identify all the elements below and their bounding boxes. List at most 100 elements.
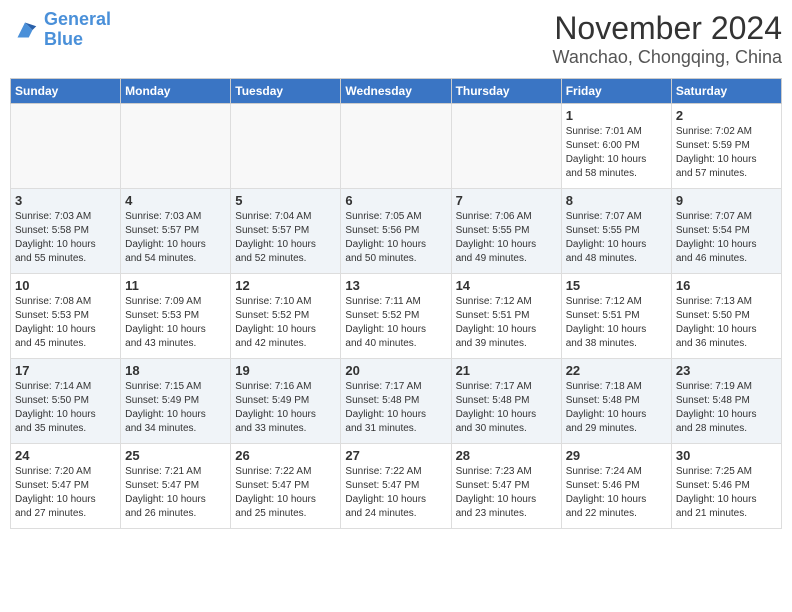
day-info: Sunrise: 7:13 AM Sunset: 5:50 PM Dayligh… (676, 295, 777, 351)
calendar-week-4: 17Sunrise: 7:14 AM Sunset: 5:50 PM Dayli… (11, 359, 782, 444)
day-info: Sunrise: 7:17 AM Sunset: 5:48 PM Dayligh… (456, 380, 557, 436)
calendar-day: 23 Sunrise: 7:19 AM Sunset: 5:48 PM Dayli… (671, 359, 781, 444)
location-title: Wanchao, Chongqing, China (553, 47, 782, 68)
day-number: 27 (345, 448, 446, 463)
calendar-week-3: 10 Sunrise: 7:08 AM Sunset: 5:53 PM Dayli… (11, 274, 782, 359)
calendar-day: 25Sunrise: 7:21 AM Sunset: 5:47 PM Dayli… (121, 444, 231, 529)
calendar-day: 12 Sunrise: 7:10 AM Sunset: 5:52 PM Dayli… (231, 274, 341, 359)
weekday-header-tuesday: Tuesday (231, 79, 341, 104)
day-number: 7 (456, 193, 557, 208)
calendar-day: 3 Sunrise: 7:03 AM Sunset: 5:58 PM Daylig… (11, 189, 121, 274)
day-info: Sunrise: 7:08 AM Sunset: 5:53 PM Dayligh… (15, 295, 116, 351)
logo-icon (10, 15, 40, 45)
day-number: 18 (125, 363, 226, 378)
calendar-day: 2 Sunrise: 7:02 AM Sunset: 5:59 PM Daylig… (671, 104, 781, 189)
logo: General Blue (10, 10, 111, 50)
calendar-day: 8 Sunrise: 7:07 AM Sunset: 5:55 PM Daylig… (561, 189, 671, 274)
calendar-day: 28Sunrise: 7:23 AM Sunset: 5:47 PM Dayli… (451, 444, 561, 529)
day-info: Sunrise: 7:03 AM Sunset: 5:58 PM Dayligh… (15, 210, 116, 266)
day-number: 9 (676, 193, 777, 208)
day-info: Sunrise: 7:15 AM Sunset: 5:49 PM Dayligh… (125, 380, 226, 436)
day-info: Sunrise: 7:12 AM Sunset: 5:51 PM Dayligh… (566, 295, 667, 351)
day-number: 2 (676, 108, 777, 123)
day-number: 28 (456, 448, 557, 463)
day-info: Sunrise: 7:05 AM Sunset: 5:56 PM Dayligh… (345, 210, 446, 266)
day-number: 1 (566, 108, 667, 123)
day-info: Sunrise: 7:06 AM Sunset: 5:55 PM Dayligh… (456, 210, 557, 266)
calendar-day: 30 Sunrise: 7:25 AM Sunset: 5:46 PM Dayli… (671, 444, 781, 529)
calendar-day (11, 104, 121, 189)
day-info: Sunrise: 7:09 AM Sunset: 5:53 PM Dayligh… (125, 295, 226, 351)
day-number: 30 (676, 448, 777, 463)
day-info: Sunrise: 7:10 AM Sunset: 5:52 PM Dayligh… (235, 295, 336, 351)
day-info: Sunrise: 7:04 AM Sunset: 5:57 PM Dayligh… (235, 210, 336, 266)
day-info: Sunrise: 7:02 AM Sunset: 5:59 PM Dayligh… (676, 125, 777, 181)
weekday-header-sunday: Sunday (11, 79, 121, 104)
calendar-day: 15 Sunrise: 7:12 AM Sunset: 5:51 PM Dayli… (561, 274, 671, 359)
day-number: 14 (456, 278, 557, 293)
day-info: Sunrise: 7:21 AM Sunset: 5:47 PM Dayligh… (125, 465, 226, 521)
day-number: 15 (566, 278, 667, 293)
calendar-week-1: 1 Sunrise: 7:01 AM Sunset: 6:00 PM Daylig… (11, 104, 782, 189)
calendar-day: 27 Sunrise: 7:22 AM Sunset: 5:47 PM Dayli… (341, 444, 451, 529)
day-number: 12 (235, 278, 336, 293)
day-info: Sunrise: 7:07 AM Sunset: 5:54 PM Dayligh… (676, 210, 777, 266)
day-info: Sunrise: 7:11 AM Sunset: 5:52 PM Dayligh… (345, 295, 446, 351)
day-info: Sunrise: 7:25 AM Sunset: 5:46 PM Dayligh… (676, 465, 777, 521)
day-number: 6 (345, 193, 446, 208)
calendar-day: 22 Sunrise: 7:18 AM Sunset: 5:48 PM Dayli… (561, 359, 671, 444)
page-header: General Blue November 2024 Wanchao, Chon… (10, 10, 782, 68)
logo-text: General Blue (44, 10, 111, 50)
day-info: Sunrise: 7:18 AM Sunset: 5:48 PM Dayligh… (566, 380, 667, 436)
day-number: 10 (15, 278, 116, 293)
calendar-day: 7 Sunrise: 7:06 AM Sunset: 5:55 PM Daylig… (451, 189, 561, 274)
day-number: 16 (676, 278, 777, 293)
weekday-header-friday: Friday (561, 79, 671, 104)
day-info: Sunrise: 7:17 AM Sunset: 5:48 PM Dayligh… (345, 380, 446, 436)
calendar-day: 9 Sunrise: 7:07 AM Sunset: 5:54 PM Daylig… (671, 189, 781, 274)
day-number: 22 (566, 363, 667, 378)
calendar-day: 26 Sunrise: 7:22 AM Sunset: 5:47 PM Dayli… (231, 444, 341, 529)
calendar-table: SundayMondayTuesdayWednesdayThursdayFrid… (10, 78, 782, 529)
calendar-day: 18 Sunrise: 7:15 AM Sunset: 5:49 PM Dayli… (121, 359, 231, 444)
calendar-day: 17Sunrise: 7:14 AM Sunset: 5:50 PM Dayli… (11, 359, 121, 444)
day-info: Sunrise: 7:20 AM Sunset: 5:47 PM Dayligh… (15, 465, 116, 521)
weekday-header-monday: Monday (121, 79, 231, 104)
calendar-day (231, 104, 341, 189)
day-number: 24 (15, 448, 116, 463)
weekday-header-thursday: Thursday (451, 79, 561, 104)
day-info: Sunrise: 7:01 AM Sunset: 6:00 PM Dayligh… (566, 125, 667, 181)
weekday-header-wednesday: Wednesday (341, 79, 451, 104)
day-info: Sunrise: 7:22 AM Sunset: 5:47 PM Dayligh… (345, 465, 446, 521)
calendar-day: 24 Sunrise: 7:20 AM Sunset: 5:47 PM Dayli… (11, 444, 121, 529)
calendar-day: 5 Sunrise: 7:04 AM Sunset: 5:57 PM Daylig… (231, 189, 341, 274)
calendar-day: 6 Sunrise: 7:05 AM Sunset: 5:56 PM Daylig… (341, 189, 451, 274)
day-number: 8 (566, 193, 667, 208)
day-number: 11 (125, 278, 226, 293)
calendar-day: 29Sunrise: 7:24 AM Sunset: 5:46 PM Dayli… (561, 444, 671, 529)
calendar-day: 14Sunrise: 7:12 AM Sunset: 5:51 PM Dayli… (451, 274, 561, 359)
calendar-day: 13Sunrise: 7:11 AM Sunset: 5:52 PM Dayli… (341, 274, 451, 359)
day-number: 20 (345, 363, 446, 378)
calendar-day: 10 Sunrise: 7:08 AM Sunset: 5:53 PM Dayli… (11, 274, 121, 359)
day-info: Sunrise: 7:07 AM Sunset: 5:55 PM Dayligh… (566, 210, 667, 266)
day-number: 23 (676, 363, 777, 378)
calendar-day: 4 Sunrise: 7:03 AM Sunset: 5:57 PM Daylig… (121, 189, 231, 274)
calendar-week-2: 3 Sunrise: 7:03 AM Sunset: 5:58 PM Daylig… (11, 189, 782, 274)
day-number: 21 (456, 363, 557, 378)
weekday-header-saturday: Saturday (671, 79, 781, 104)
month-title: November 2024 (553, 10, 782, 47)
day-number: 4 (125, 193, 226, 208)
day-info: Sunrise: 7:24 AM Sunset: 5:46 PM Dayligh… (566, 465, 667, 521)
calendar-day: 21 Sunrise: 7:17 AM Sunset: 5:48 PM Dayli… (451, 359, 561, 444)
calendar-day: 11 Sunrise: 7:09 AM Sunset: 5:53 PM Dayli… (121, 274, 231, 359)
day-info: Sunrise: 7:03 AM Sunset: 5:57 PM Dayligh… (125, 210, 226, 266)
calendar-day: 1 Sunrise: 7:01 AM Sunset: 6:00 PM Daylig… (561, 104, 671, 189)
day-info: Sunrise: 7:19 AM Sunset: 5:48 PM Dayligh… (676, 380, 777, 436)
calendar-day (341, 104, 451, 189)
day-number: 5 (235, 193, 336, 208)
day-number: 26 (235, 448, 336, 463)
day-info: Sunrise: 7:22 AM Sunset: 5:47 PM Dayligh… (235, 465, 336, 521)
day-number: 3 (15, 193, 116, 208)
day-number: 17 (15, 363, 116, 378)
